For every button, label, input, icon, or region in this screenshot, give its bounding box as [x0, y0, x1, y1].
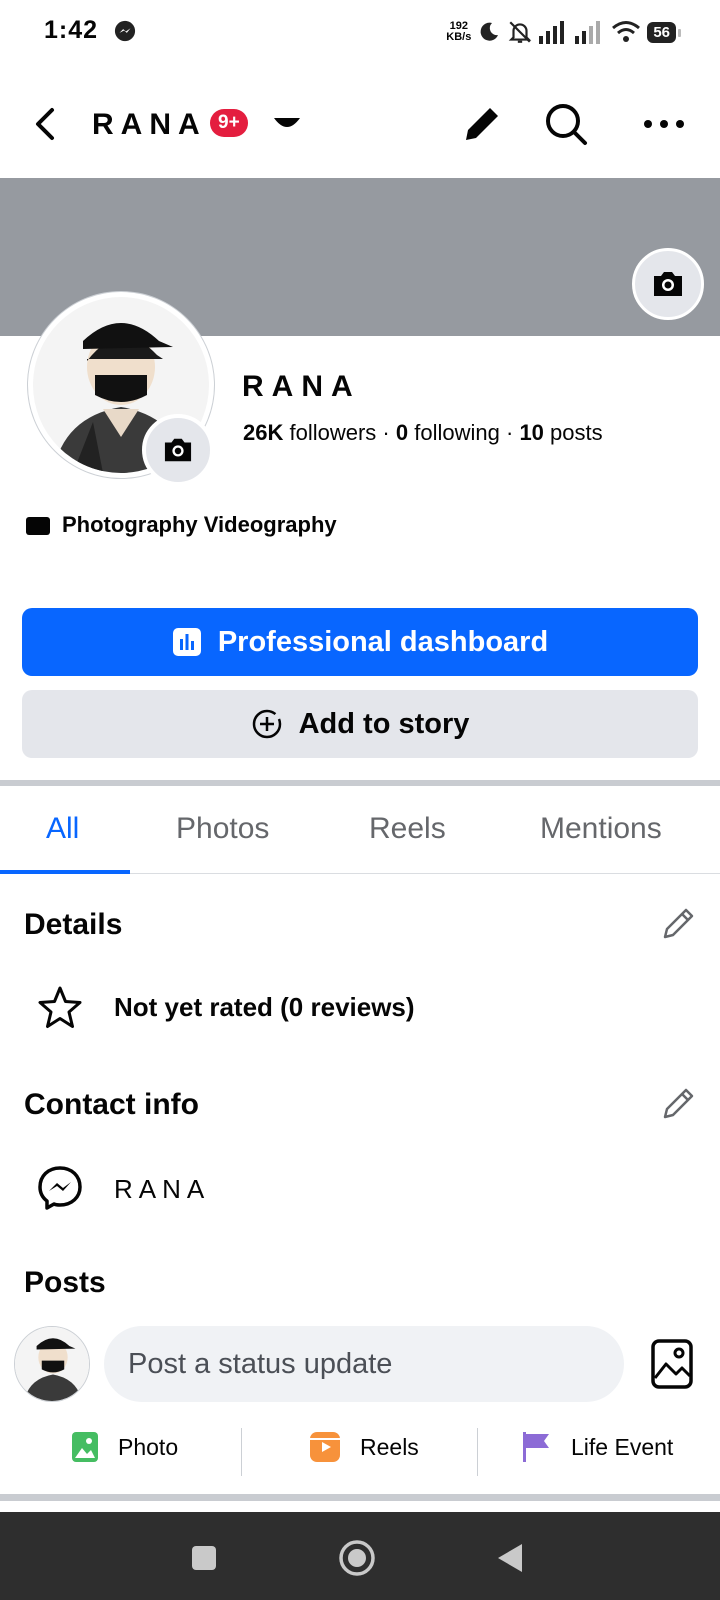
messenger-icon	[38, 1166, 82, 1210]
reels-action-label: Reels	[360, 1433, 419, 1460]
category-text: Photography Videography	[62, 512, 337, 537]
status-time: 1:42	[44, 16, 99, 44]
gallery-icon[interactable]	[650, 1338, 694, 1390]
app-header: RANA 9+	[0, 90, 720, 160]
add-to-story-button[interactable]: Add to story	[22, 690, 698, 758]
add-to-story-label: Add to story	[298, 707, 470, 740]
home-icon[interactable]	[337, 1538, 377, 1578]
recents-icon[interactable]	[184, 1538, 224, 1578]
pencil-icon[interactable]	[660, 904, 698, 942]
life-event-action[interactable]: Life Event	[523, 1432, 673, 1462]
tab-mentions[interactable]: Mentions	[540, 812, 662, 846]
photo-action[interactable]: Photo	[72, 1432, 178, 1462]
contact-info-heading: Contact info	[24, 1088, 199, 1121]
profile-category: Photography Videography	[26, 512, 337, 538]
system-navigation-bar	[0, 1512, 720, 1600]
tab-all[interactable]: All	[46, 812, 79, 846]
signal-icon	[539, 21, 565, 44]
plus-circle-icon	[252, 709, 281, 739]
caret-down-icon[interactable]	[272, 114, 302, 134]
more-horizontal-icon[interactable]	[640, 100, 688, 148]
wifi-icon	[612, 21, 641, 42]
posts-heading: Posts	[24, 1266, 106, 1299]
edit-profile-picture-button[interactable]	[142, 414, 214, 486]
following-count[interactable]: 0	[396, 420, 408, 445]
photo-icon	[72, 1432, 98, 1462]
following-label[interactable]: following	[414, 420, 500, 445]
posts-label: posts	[550, 420, 603, 445]
followers-count[interactable]: 26K	[243, 420, 283, 445]
tab-reels[interactable]: Reels	[369, 812, 446, 846]
photo-action-label: Photo	[118, 1433, 179, 1460]
search-icon[interactable]	[542, 100, 590, 148]
system-status-bar: 1:42 192 KB/s 56	[0, 0, 720, 64]
signal-icon	[575, 21, 601, 44]
flag-icon	[523, 1432, 549, 1462]
bell-off-icon	[509, 21, 532, 43]
section-divider	[0, 1494, 720, 1501]
action-separator	[241, 1428, 242, 1476]
moon-icon	[480, 22, 499, 41]
composer-avatar[interactable]	[14, 1326, 90, 1402]
profile-stats: 26K followers · 0 following · 10 posts	[243, 420, 603, 446]
action-separator	[477, 1428, 478, 1476]
active-tab-indicator	[0, 870, 130, 874]
notification-badge: 9+	[210, 109, 248, 137]
pencil-icon[interactable]	[458, 100, 506, 148]
messenger-notification-icon	[114, 20, 136, 42]
pencil-icon[interactable]	[660, 1084, 698, 1122]
followers-label[interactable]: followers	[289, 420, 376, 445]
edit-cover-button[interactable]	[632, 248, 704, 320]
camera-icon	[164, 438, 192, 462]
professional-dashboard-button[interactable]: Professional dashboard	[22, 608, 698, 676]
camera-icon	[654, 272, 682, 296]
posts-count: 10	[519, 420, 544, 445]
network-speed: 192 KB/s	[446, 20, 472, 43]
rating-text: Not yet rated (0 reviews)	[114, 992, 415, 1022]
composer-actions: Photo Reels Life Event	[0, 1420, 720, 1484]
life-event-action-label: Life Event	[571, 1433, 674, 1460]
bar-chart-icon	[172, 628, 201, 656]
reels-icon	[310, 1432, 340, 1462]
back-triangle-icon[interactable]	[492, 1538, 532, 1578]
status-update-input[interactable]: Post a status update	[104, 1326, 624, 1402]
clapperboard-icon	[26, 517, 50, 535]
reels-action[interactable]: Reels	[310, 1432, 419, 1462]
page-title[interactable]: RANA	[92, 108, 207, 142]
star-icon	[38, 986, 82, 1028]
messenger-contact[interactable]: RANA	[114, 1174, 210, 1205]
avatar-illustration	[15, 1327, 89, 1401]
stats-separator: ·	[505, 420, 514, 445]
tab-photos[interactable]: Photos	[176, 812, 269, 846]
back-arrow-icon[interactable]	[26, 104, 66, 144]
status-indicators: 192 KB/s 56	[446, 14, 681, 50]
profile-tabs: All Photos Reels Mentions	[0, 786, 720, 874]
battery-indicator: 56	[647, 21, 681, 43]
profile-name: RANA	[242, 370, 361, 403]
stats-separator: ·	[382, 420, 390, 445]
details-heading: Details	[24, 908, 123, 941]
professional-dashboard-label: Professional dashboard	[217, 625, 549, 658]
